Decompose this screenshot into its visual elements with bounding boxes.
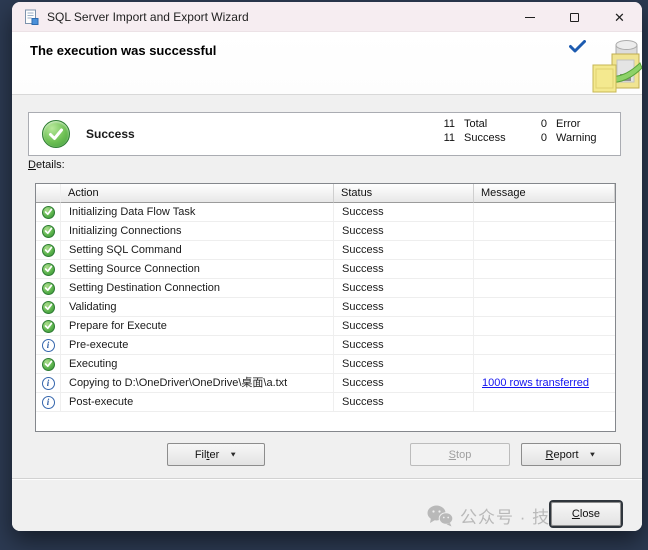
- row-status: Success: [334, 241, 474, 259]
- rows-transferred-link[interactable]: 1000 rows transferred: [482, 377, 589, 389]
- row-status: Success: [334, 260, 474, 278]
- table-row[interactable]: ValidatingSuccess: [36, 298, 615, 317]
- row-action: Pre-execute: [61, 336, 334, 354]
- stat-warning-label: Warning: [556, 132, 608, 144]
- row-action: Initializing Connections: [61, 222, 334, 240]
- row-action: Initializing Data Flow Task: [61, 203, 334, 221]
- details-table[interactable]: Action Status Message Initializing Data …: [35, 183, 616, 432]
- minimize-button[interactable]: [507, 2, 552, 32]
- stat-success-label: Success: [464, 132, 526, 144]
- row-status: Success: [334, 374, 474, 392]
- maximize-icon: [570, 13, 579, 22]
- chevron-down-icon: ▼: [589, 451, 597, 459]
- table-row[interactable]: Setting Destination ConnectionSuccess: [36, 279, 615, 298]
- table-row[interactable]: Initializing Data Flow TaskSuccess: [36, 203, 615, 222]
- row-action: Copying to D:\OneDriver\OneDrive\桌面\a.tx…: [61, 374, 334, 392]
- success-icon: [42, 225, 55, 238]
- table-row[interactable]: Setting SQL CommandSuccess: [36, 241, 615, 260]
- row-action: Prepare for Execute: [61, 317, 334, 335]
- stat-total-value: 11: [435, 118, 455, 130]
- header-banner: The execution was successful: [12, 32, 642, 95]
- blue-check-icon: [569, 40, 586, 53]
- row-status: Success: [334, 317, 474, 335]
- window-close-button[interactable]: ✕: [597, 2, 642, 32]
- row-action: Setting SQL Command: [61, 241, 334, 259]
- table-header: Action Status Message: [36, 184, 615, 203]
- app-icon: [23, 9, 39, 25]
- success-icon: [42, 263, 55, 276]
- close-icon: ✕: [614, 11, 625, 24]
- success-icon: [42, 301, 55, 314]
- row-status: Success: [334, 203, 474, 221]
- filter-button[interactable]: Filter ▼: [167, 443, 265, 466]
- row-status: Success: [334, 393, 474, 411]
- wizard-window: SQL Server Import and Export Wizard ✕ Th…: [12, 2, 642, 531]
- table-row[interactable]: ExecutingSuccess: [36, 355, 615, 374]
- row-action: Post-execute: [61, 393, 334, 411]
- stop-button[interactable]: Stop: [410, 443, 510, 466]
- divider: [12, 478, 642, 480]
- details-label: Details:: [28, 159, 65, 171]
- table-row[interactable]: Initializing ConnectionsSuccess: [36, 222, 615, 241]
- row-status: Success: [334, 355, 474, 373]
- info-icon: i: [42, 377, 55, 390]
- chevron-down-icon: ▼: [229, 451, 237, 459]
- stat-total-label: Total: [464, 118, 526, 130]
- page-title: The execution was successful: [30, 43, 216, 58]
- column-header-action[interactable]: Action: [61, 184, 334, 203]
- execution-stats: 11 Total 0 Error 11 Success 0 Warning: [435, 118, 608, 144]
- column-header-status[interactable]: Status: [334, 184, 474, 203]
- success-check-icon: [42, 120, 70, 148]
- summary-status-label: Success: [86, 127, 135, 141]
- details-table-rows: Initializing Data Flow TaskSuccessInitia…: [36, 203, 615, 412]
- row-action: Setting Destination Connection: [61, 279, 334, 297]
- table-row[interactable]: i Post-executeSuccess: [36, 393, 615, 412]
- close-button[interactable]: Close: [551, 502, 621, 526]
- stat-warning-value: 0: [535, 132, 547, 144]
- maximize-button[interactable]: [552, 2, 597, 32]
- row-action: Setting Source Connection: [61, 260, 334, 278]
- wizard-graphic: [592, 39, 642, 95]
- row-status: Success: [334, 336, 474, 354]
- row-action: Executing: [61, 355, 334, 373]
- table-row[interactable]: i Pre-executeSuccess: [36, 336, 615, 355]
- wechat-icon: [427, 505, 453, 527]
- column-header-icon[interactable]: [36, 184, 61, 203]
- success-icon: [42, 320, 55, 333]
- success-icon: [42, 206, 55, 219]
- success-icon: [42, 358, 55, 371]
- column-header-message[interactable]: Message: [474, 184, 615, 203]
- minimize-icon: [525, 17, 535, 18]
- table-row[interactable]: Prepare for ExecuteSuccess: [36, 317, 615, 336]
- success-icon: [42, 244, 55, 257]
- row-action: Validating: [61, 298, 334, 316]
- stat-success-value: 11: [435, 132, 455, 144]
- row-status: Success: [334, 279, 474, 297]
- row-status: Success: [334, 298, 474, 316]
- table-row[interactable]: Setting Source ConnectionSuccess: [36, 260, 615, 279]
- title-bar[interactable]: SQL Server Import and Export Wizard ✕: [12, 2, 642, 32]
- stat-error-label: Error: [556, 118, 608, 130]
- window-title: SQL Server Import and Export Wizard: [47, 10, 249, 24]
- success-icon: [42, 282, 55, 295]
- info-icon: i: [42, 339, 55, 352]
- row-status: Success: [334, 222, 474, 240]
- report-button[interactable]: Report ▼: [521, 443, 621, 466]
- info-icon: i: [42, 396, 55, 409]
- stat-error-value: 0: [535, 118, 547, 130]
- summary-panel: Success 11 Total 0 Error 11 Success 0 Wa…: [28, 112, 621, 156]
- table-row[interactable]: i Copying to D:\OneDriver\OneDrive\桌面\a.t…: [36, 374, 615, 393]
- dialog-body: Success 11 Total 0 Error 11 Success 0 Wa…: [12, 95, 642, 531]
